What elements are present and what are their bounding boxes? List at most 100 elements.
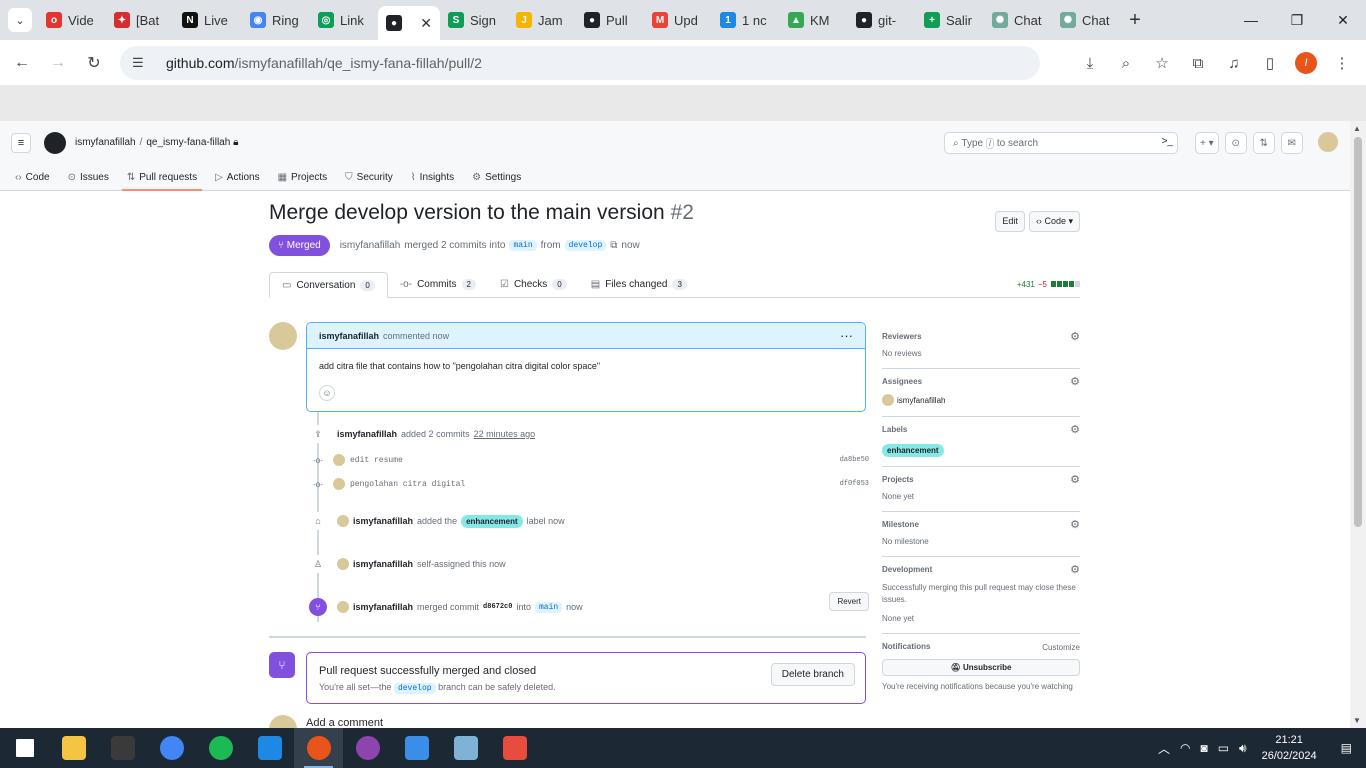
tab-search-button[interactable]: ⌄	[8, 8, 32, 32]
terminal-icon[interactable]	[98, 728, 147, 768]
code-dropdown-button[interactable]: ‹› Code ▾	[1028, 211, 1080, 232]
copy-icon[interactable]: ⧉	[610, 240, 617, 251]
browser-tab[interactable]: + Salir	[916, 5, 984, 35]
page-scrollbar[interactable]: ▲ ▼	[1350, 121, 1366, 728]
chrome-profile-icon[interactable]	[294, 728, 343, 768]
tab-conversation[interactable]: ▭ Conversation 0	[269, 272, 388, 298]
browser-tab[interactable]: J Jam	[508, 5, 576, 35]
tab-commits[interactable]: -o- Commits 2	[388, 272, 488, 297]
add-reaction-icon[interactable]: ☺	[319, 385, 335, 401]
base-branch[interactable]: main	[509, 240, 537, 251]
customize-link[interactable]: Customize	[1042, 643, 1080, 652]
address-bar[interactable]: ☰ github.com/ismyfanafillah/qe_ismy-fana…	[120, 46, 1040, 80]
browser-tab[interactable]: ▲ KM	[780, 5, 848, 35]
show-hidden-icons-icon[interactable]: ︿	[1153, 740, 1175, 757]
issues-icon[interactable]: ⊙	[1224, 132, 1247, 154]
browser-tab[interactable]: 1 1 nc	[712, 5, 780, 35]
repo-nav-settings[interactable]: ⚙ Settings	[463, 165, 530, 189]
browser-tab[interactable]: ● ✕	[378, 6, 440, 40]
repo-name-link[interactable]: qe_ismy-fana-fillah	[146, 137, 230, 148]
repo-nav-actions[interactable]: ▷ Actions	[206, 165, 269, 189]
repo-nav-security[interactable]: ⛉ Security	[336, 165, 402, 189]
browser-tab[interactable]: ✺ Chat	[984, 5, 1052, 35]
chrome-profile2-icon[interactable]	[343, 728, 392, 768]
repo-nav-pull-request[interactable]: ⇅ Pull requests	[118, 165, 206, 191]
edit-button[interactable]: Edit	[995, 211, 1025, 232]
browser-tab[interactable]: ◎ Link	[310, 5, 378, 35]
install-app-icon[interactable]: ⤓	[1074, 48, 1106, 78]
commit-message[interactable]: pengolahan citra digital	[350, 480, 465, 489]
scrollbar-thumb[interactable]	[1354, 137, 1362, 527]
commit-sha-link[interactable]: d8672c0	[483, 603, 512, 611]
create-new-icon[interactable]: + ▾	[1195, 132, 1219, 154]
comment-author[interactable]: ismyfanafillah	[319, 331, 379, 341]
notepad-icon[interactable]	[441, 728, 490, 768]
browser-tab[interactable]: ● git-	[848, 5, 916, 35]
menu-hamburger-icon[interactable]: ≡	[11, 133, 31, 153]
browser-tab[interactable]: S Sign	[440, 5, 508, 35]
more-options-icon[interactable]: ···	[840, 328, 853, 343]
command-palette-icon[interactable]: >_	[1162, 136, 1173, 147]
commit-sha[interactable]: df0f053	[840, 480, 869, 488]
new-tab-button[interactable]: +	[1120, 9, 1150, 32]
github-logo-icon[interactable]	[44, 132, 66, 154]
gear-icon[interactable]: ⚙	[1070, 375, 1080, 388]
reload-button[interactable]: ↻	[76, 53, 112, 73]
pr-author-link[interactable]: ismyfanafillah	[340, 240, 401, 251]
gear-icon[interactable]: ⚙	[1070, 423, 1080, 436]
close-window-button[interactable]: ✕	[1320, 0, 1366, 40]
file-explorer-icon[interactable]	[49, 728, 98, 768]
chrome-menu-icon[interactable]: ⋮	[1326, 48, 1358, 78]
minimize-button[interactable]: —	[1228, 0, 1274, 40]
tab-files-changed[interactable]: ▤ Files changed 3	[579, 272, 699, 297]
browser-tab[interactable]: M Upd	[644, 5, 712, 35]
gear-icon[interactable]: ⚙	[1070, 518, 1080, 531]
repo-nav-code[interactable]: ‹› Code	[6, 165, 59, 189]
chrome-icon[interactable]	[147, 728, 196, 768]
repo-nav-issues[interactable]: ⊙ Issues	[59, 165, 118, 189]
restore-button[interactable]: ❐	[1274, 0, 1320, 40]
start-button[interactable]	[0, 728, 49, 768]
commit-sha[interactable]: da8be50	[840, 456, 869, 464]
delete-branch-button[interactable]: Delete branch	[770, 663, 855, 686]
network-icon[interactable]: ◠	[1175, 741, 1195, 755]
revert-button[interactable]: Revert	[829, 592, 869, 611]
unsubscribe-button[interactable]: 🔕︎ Unsubscribe	[882, 659, 1080, 676]
avatar[interactable]	[1318, 132, 1338, 152]
forward-button[interactable]: →	[40, 54, 76, 72]
clock[interactable]: 21:21 26/02/2024	[1252, 732, 1327, 764]
browser-tab[interactable]: ✺ Chat	[1052, 5, 1120, 35]
browser-tab[interactable]: ◉ Ring	[242, 5, 310, 35]
site-info-icon[interactable]: ☰	[132, 55, 152, 71]
gear-icon[interactable]: ⚙	[1070, 330, 1080, 343]
close-tab-icon[interactable]: ✕	[420, 15, 432, 32]
browser-tab[interactable]: N Live	[174, 5, 242, 35]
browser-tab[interactable]: ✦ [Bat	[106, 5, 174, 35]
browser-tab[interactable]: o Vide	[38, 5, 106, 35]
gear-icon[interactable]: ⚙	[1070, 563, 1080, 576]
tab-checks[interactable]: ☑ Checks 0	[488, 272, 579, 297]
webcam-icon[interactable]: ◙	[1195, 741, 1212, 755]
pull-requests-icon[interactable]: ⇅	[1252, 132, 1275, 154]
battery-icon[interactable]: ▭	[1213, 741, 1234, 755]
repo-owner-link[interactable]: ismyfanafillah	[75, 137, 136, 148]
label-pill[interactable]: enhancement	[461, 514, 523, 528]
profile-button[interactable]: I	[1290, 48, 1322, 78]
search-input[interactable]: ⌕ Type / to search >_	[944, 132, 1178, 154]
extensions-icon[interactable]: ⧉	[1182, 48, 1214, 78]
side-panel-icon[interactable]: ▯	[1254, 48, 1286, 78]
head-branch[interactable]: develop	[564, 240, 607, 251]
browser-tab[interactable]: ● Pull	[576, 5, 644, 35]
snipping-icon[interactable]	[490, 728, 539, 768]
avatar[interactable]	[269, 322, 297, 350]
gear-icon[interactable]: ⚙	[1070, 473, 1080, 486]
vscode-icon[interactable]	[245, 728, 294, 768]
volume-icon[interactable]: 🔊︎	[1234, 741, 1252, 756]
repo-nav-projects[interactable]: ▦ Projects	[269, 165, 337, 189]
notifications-icon[interactable]: ▤	[1327, 741, 1366, 755]
label-pill[interactable]: enhancement	[882, 444, 944, 457]
back-button[interactable]: ←	[4, 54, 40, 72]
repo-nav-insights[interactable]: ⌇ Insights	[402, 165, 463, 189]
inbox-icon[interactable]: ✉	[1280, 132, 1303, 154]
bookmark-star-icon[interactable]: ☆	[1146, 48, 1178, 78]
